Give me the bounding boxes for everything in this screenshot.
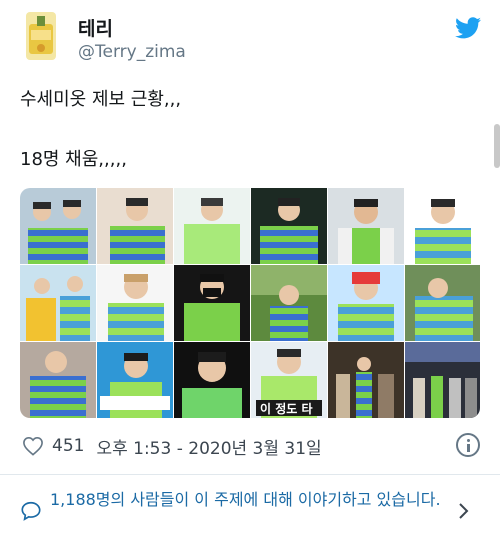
collage-photo[interactable] [97, 188, 173, 264]
timestamp[interactable]: 오후 1:53 - 2020년 3월 31일 [96, 434, 321, 459]
conversation-link[interactable]: 1,188명의 사람들이 이 주제에 대해 이야기하고 있습니다. [0, 476, 500, 554]
chevron-right-icon[interactable] [458, 502, 470, 520]
tweet-text-line-2: 18명 채움,,,,, [20, 149, 127, 170]
collage-photo[interactable] [328, 265, 404, 341]
tweet-text-line-1: 수세미옷 제보 근황,,, [20, 89, 182, 110]
twitter-bird-icon[interactable] [455, 17, 481, 39]
collage-photo[interactable] [328, 342, 404, 418]
collage-photo[interactable] [20, 265, 96, 341]
collage-photo[interactable] [97, 342, 173, 418]
divider [0, 474, 500, 475]
collage-photo[interactable] [20, 188, 96, 264]
info-icon[interactable] [456, 433, 480, 457]
display-name[interactable]: 테리 [78, 14, 113, 41]
collage-photo[interactable] [174, 188, 250, 264]
photo-collage[interactable]: 이 정도 타 [20, 188, 480, 418]
like-count[interactable]: 451 [52, 436, 84, 456]
collage-photo[interactable] [97, 265, 173, 341]
heart-outline-icon[interactable] [22, 436, 44, 456]
collage-photo[interactable] [251, 265, 327, 341]
collage-photo[interactable] [174, 342, 250, 418]
tweet-header: 테리 @Terry_zima [0, 0, 500, 70]
avatar[interactable] [26, 12, 56, 60]
collage-photo[interactable] [405, 342, 480, 418]
user-handle[interactable]: @Terry_zima [78, 42, 186, 62]
conversation-text[interactable]: 1,188명의 사람들이 이 주제에 대해 이야기하고 있습니다. [50, 488, 450, 512]
collage-photo[interactable] [20, 342, 96, 418]
collage-photo[interactable] [174, 265, 250, 341]
scrollbar-thumb[interactable] [494, 124, 500, 168]
collage-photo[interactable] [405, 188, 480, 264]
tweet-meta: 451 오후 1:53 - 2020년 3월 31일 [22, 434, 322, 459]
collage-photo[interactable] [251, 188, 327, 264]
collage-photo[interactable] [328, 188, 404, 264]
photo-caption: 이 정도 타 [260, 401, 313, 416]
speech-bubble-icon [21, 501, 41, 521]
collage-photo[interactable] [405, 265, 480, 341]
